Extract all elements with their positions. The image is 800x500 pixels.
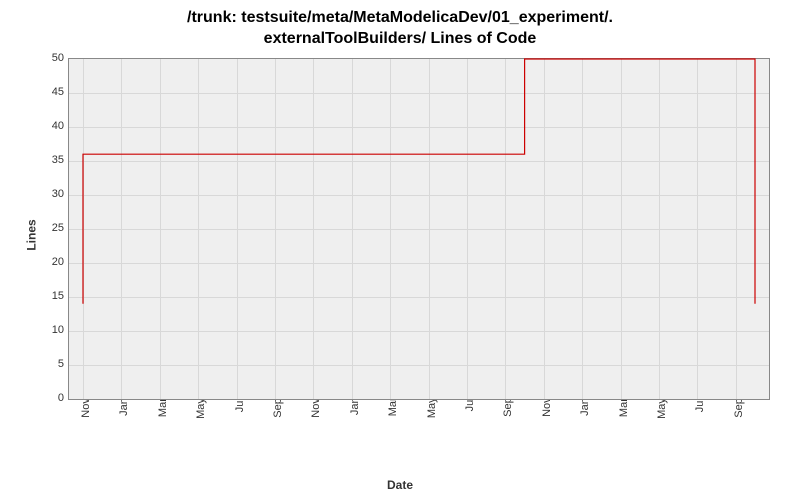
chart-title: /trunk: testsuite/meta/MetaModelicaDev/0… (0, 0, 800, 50)
chart-container: /trunk: testsuite/meta/MetaModelicaDev/0… (0, 0, 800, 500)
y-tick: 0 (34, 392, 64, 404)
title-line2: externalToolBuilders/ Lines of Code (0, 29, 800, 50)
y-tick: 10 (34, 324, 64, 336)
y-tick: 20 (34, 256, 64, 268)
y-tick: 50 (34, 52, 64, 64)
plot-area (68, 58, 770, 400)
y-tick: 30 (34, 188, 64, 200)
y-tick: 35 (34, 154, 64, 166)
y-tick: 45 (34, 86, 64, 98)
y-tick: 25 (34, 222, 64, 234)
y-tick: 40 (34, 120, 64, 132)
data-series (69, 59, 769, 399)
x-axis-label: Date (387, 478, 413, 492)
loc-line (83, 59, 755, 304)
y-tick: 15 (34, 290, 64, 302)
y-tick: 5 (34, 358, 64, 370)
title-line1: /trunk: testsuite/meta/MetaModelicaDev/0… (0, 8, 800, 29)
